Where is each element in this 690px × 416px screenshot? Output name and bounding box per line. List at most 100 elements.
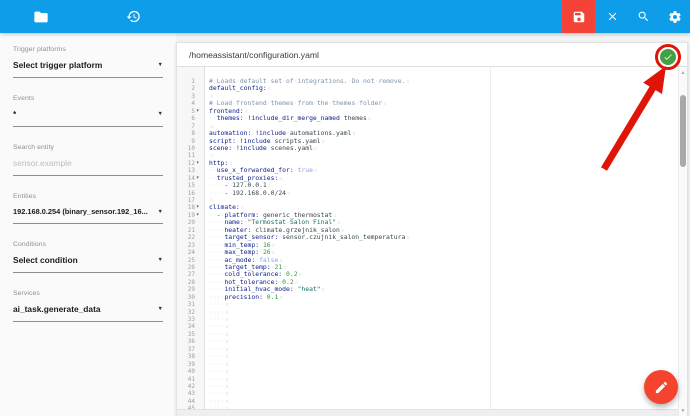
code-line[interactable]: 37····¤ [177,346,678,353]
field-value: 192.168.0.254 (binary_sensor.192_16... [13,207,148,216]
eol-marker: ¤ [383,101,386,107]
horizontal-scrollbar[interactable] [177,409,678,416]
code-line[interactable]: 43····¤ [177,390,678,397]
code-line[interactable]: 16····-·192.168.0.0/24¤ [177,190,678,197]
line-number: 14 [177,175,195,182]
field-value: ai_task.generate_data [13,304,101,314]
field-label: Trigger platforms [13,46,163,53]
line-number: 9 [177,138,195,145]
sidebar-field-services: Services ai_task.generate_data ▼ [13,290,163,322]
line-number: 43 [177,390,195,397]
line-number: 36 [177,338,195,345]
sidebar: Trigger platforms Select trigger platform… [0,33,176,416]
dropdown-caret-icon: ▼ [158,209,163,215]
sidebar-field-events: Events*▼ [13,95,163,127]
save-button[interactable] [562,0,595,33]
code-line[interactable]: 35····¤ [177,331,678,338]
eol-marker: ¤ [352,131,355,137]
eol-marker: ¤ [279,295,282,301]
line-number: 25 [177,257,195,264]
code-line[interactable]: 38····¤ [177,353,678,360]
line-number: 42 [177,383,195,390]
code-line[interactable]: 33····¤ [177,316,678,323]
code-line[interactable]: 30····precision:·0.1¤ [177,294,678,301]
code-line[interactable]: 40····¤ [177,368,678,375]
line-number: 3 [177,93,195,100]
code-line[interactable]: 10scene:·!include·scenes.yaml¤ [177,145,678,152]
line-number: 29 [177,286,195,293]
code-line[interactable]: 42····¤ [177,383,678,390]
eol-marker: ¤ [322,139,325,145]
code-line[interactable]: 31····¤ [177,301,678,308]
fold-marker-icon[interactable]: ▾ [196,160,204,167]
field-label: Services [13,290,163,297]
search-icon[interactable] [628,0,659,33]
code-line[interactable]: 11¤ [177,152,678,159]
line-number: 33 [177,316,195,323]
fold-marker-icon[interactable]: ▾ [196,175,204,182]
eol-marker: ¤ [322,287,325,293]
services-select[interactable]: ai_task.generate_data ▼ [13,304,163,322]
eol-marker: ¤ [368,116,371,122]
history-icon[interactable] [120,4,146,30]
dropdown-caret-icon: ▼ [158,257,163,263]
line-number: 6 [177,115,195,122]
code-line[interactable]: 36····¤ [177,338,678,345]
entities-select[interactable]: 192.168.0.254 (binary_sensor.192_16... ▼ [13,207,163,224]
code-line[interactable]: 4#·Load·frontend·themes·from·the·themes·… [177,100,678,107]
code-editor[interactable]: 1#·Loads·default·set·of·integrations.·Do… [177,67,678,416]
pencil-icon [654,380,669,395]
dropdown-caret-icon: ▼ [158,111,163,117]
code-line[interactable]: 44····¤ [177,398,678,405]
code-line[interactable]: 17¤ [177,197,678,204]
fold-marker-icon[interactable]: ▾ [196,108,204,115]
fold-marker-icon[interactable]: ▾ [196,204,204,211]
dropdown-caret-icon: ▼ [158,306,163,312]
sidebar-field-conditions: Conditions Select condition ▼ [13,241,163,273]
events-select[interactable]: *▼ [13,109,163,127]
sidebar-field-entities: Entities 192.168.0.254 (binary_sensor.192… [13,193,163,224]
toolbar-actions [562,0,690,33]
eol-marker: ¤ [279,176,282,182]
app-window: Trigger platforms Select trigger platform… [0,0,690,416]
code-line[interactable]: 41····¤ [177,376,678,383]
code-line[interactable]: 39····¤ [177,361,678,368]
line-number: 34 [177,323,195,330]
code-line[interactable]: 34····¤ [177,323,678,330]
vertical-scrollbar-thumb[interactable] [680,95,686,167]
line-number: 15 [177,182,195,189]
line-number: 22 [177,234,195,241]
annotation-ring [655,44,681,70]
line-number: 30 [177,294,195,301]
folder-icon[interactable] [28,4,54,30]
code-line[interactable]: 2default_config:¤ [177,85,678,92]
close-icon[interactable] [597,0,628,33]
valid-check-icon[interactable] [660,49,676,65]
field-value: Select condition [13,255,78,265]
code-line[interactable]: 32····¤ [177,309,678,316]
trigger-platforms-select[interactable]: Select trigger platform▼ [13,60,163,78]
line-number: 11 [177,152,195,159]
line-number: 40 [177,368,195,375]
field-value: * [13,109,16,119]
line-number: 2 [177,85,195,92]
fold-marker-icon[interactable]: ▾ [196,212,204,219]
scroll-down-icon[interactable]: ▼ [679,408,687,414]
code-line[interactable]: 6··themes:·!include_dir_merge_named·them… [177,115,678,122]
vertical-scrollbar[interactable]: ▲ ▼ [678,67,687,416]
line-number: 5 [177,108,195,115]
scroll-up-icon[interactable]: ▲ [679,70,687,76]
settings-gear-icon[interactable] [659,0,690,33]
conditions-select[interactable]: Select condition ▼ [13,255,163,273]
editor-card: /homeassistant/configuration.yaml 1#·Loa… [176,42,688,416]
line-number: 4 [177,100,195,107]
sidebar-field-trigger-platforms: Trigger platforms Select trigger platform… [13,46,163,78]
field-label: Conditions [13,241,163,248]
sidebar-field-search-entity: Search entitysensor.example [13,144,163,176]
line-number: 38 [177,353,195,360]
search-entity-input[interactable]: sensor.example [13,158,163,176]
line-number: 8 [177,130,195,137]
field-label: Entities [13,193,163,200]
line-number: 24 [177,249,195,256]
edit-fab-button[interactable] [644,370,678,404]
